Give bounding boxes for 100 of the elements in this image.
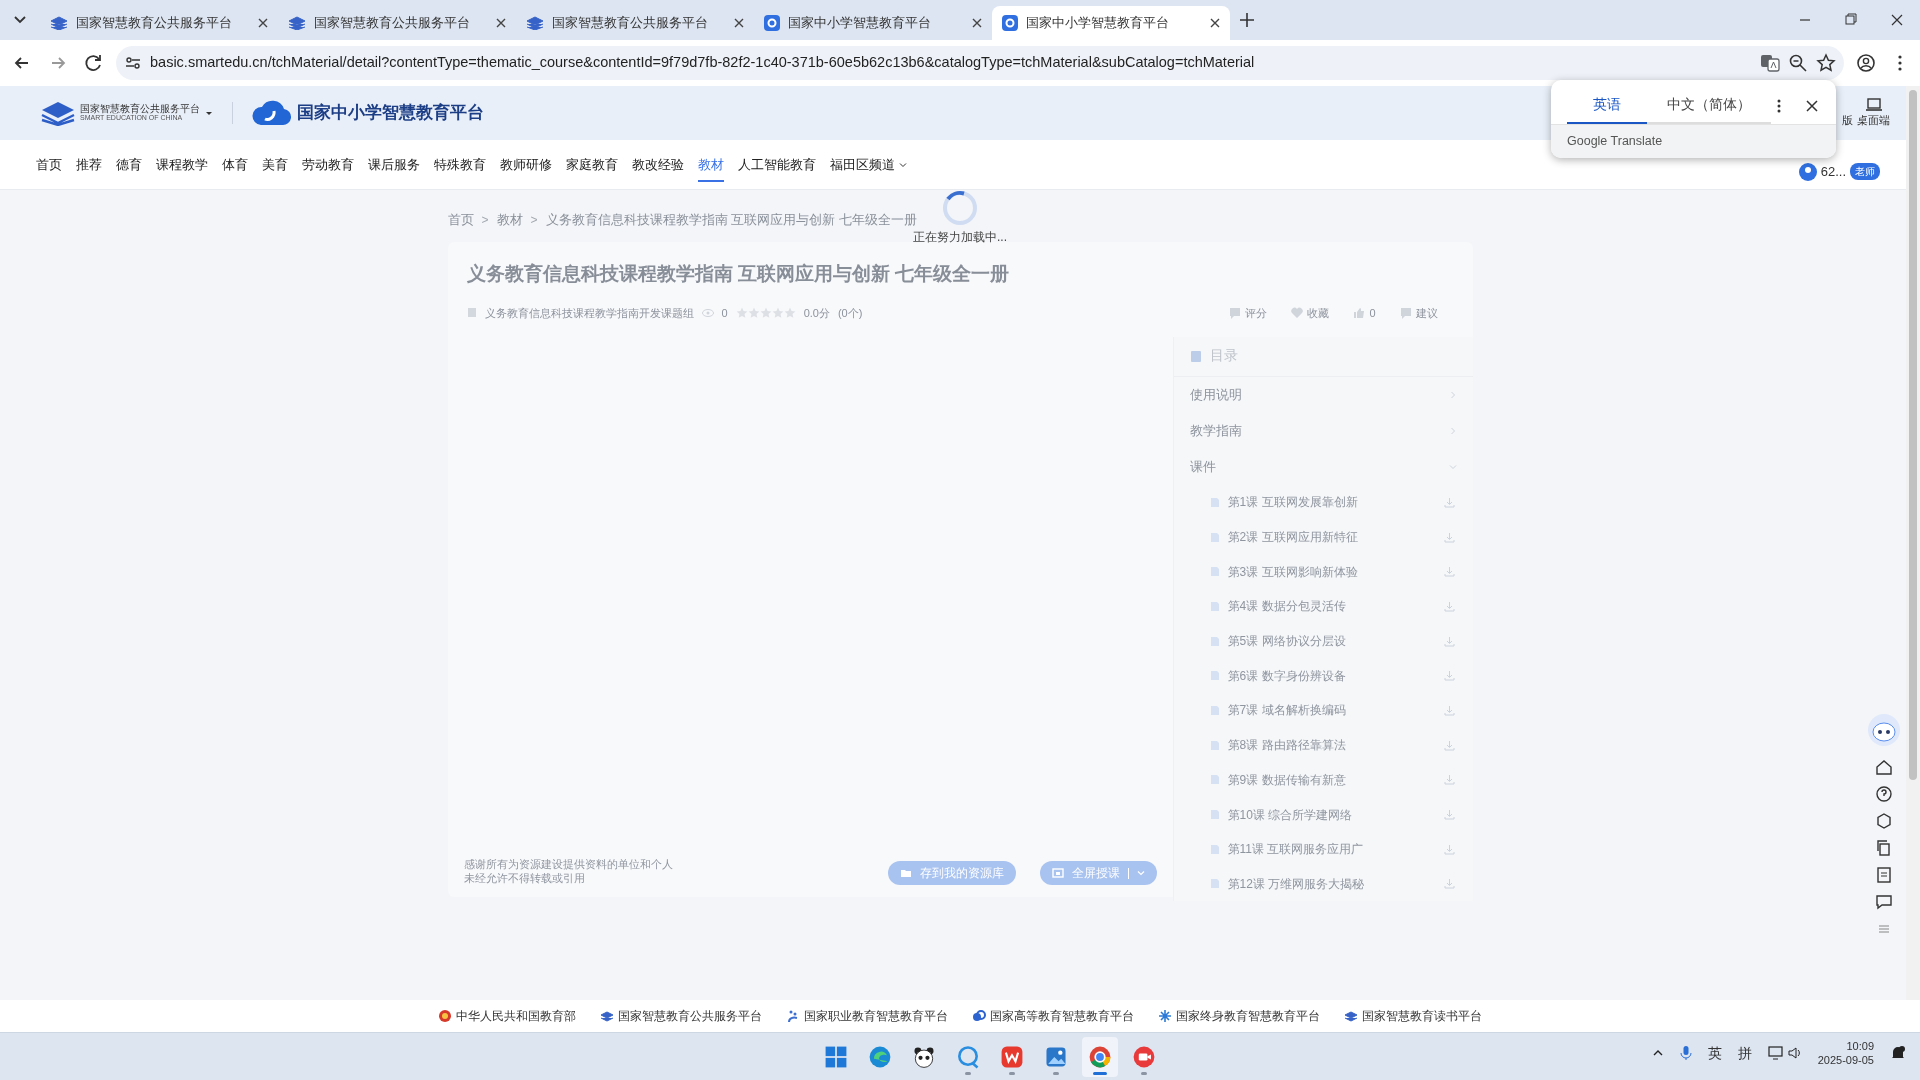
nav-tab[interactable]: 教材 bbox=[698, 139, 724, 190]
site-settings-icon[interactable] bbox=[124, 54, 142, 72]
network-icon[interactable] bbox=[1767, 1046, 1784, 1061]
app-icon bbox=[1002, 15, 1018, 31]
nav-tab[interactable]: 劳动教育 bbox=[302, 139, 354, 190]
document-icon bbox=[466, 307, 477, 319]
browser-tab[interactable]: 国家智慧教育公共服务平台 bbox=[278, 6, 516, 40]
user-name[interactable]: 62... bbox=[1820, 161, 1846, 182]
file-icon bbox=[1209, 843, 1220, 855]
footer-link[interactable]: 国家智慧教育读书平台 bbox=[1344, 1007, 1482, 1025]
score-text: 0.0分 bbox=[803, 305, 830, 321]
book-icon bbox=[50, 16, 68, 30]
scrollbar-thumb[interactable] bbox=[1909, 90, 1917, 780]
nav-tab[interactable]: 人工智能教育 bbox=[738, 139, 816, 190]
laptop-icon[interactable] bbox=[1864, 97, 1883, 112]
comment-icon bbox=[1399, 306, 1412, 319]
cloud-icon bbox=[972, 1009, 986, 1023]
comment-icon bbox=[1229, 306, 1242, 319]
browser-tab[interactable]: 国家中小学智慧教育平台 bbox=[754, 6, 992, 40]
footer-link[interactable]: 国家终身教育智慧教育平台 bbox=[1158, 1007, 1320, 1025]
zoom-icon[interactable] bbox=[1788, 53, 1808, 73]
input-method-indicator[interactable]: 英 bbox=[1707, 1042, 1722, 1064]
close-icon[interactable] bbox=[972, 18, 982, 28]
view-count: 0 bbox=[721, 305, 728, 321]
rating-count: (0个) bbox=[837, 305, 863, 321]
breadcrumb-separator: > bbox=[481, 212, 489, 229]
book-logo-icon bbox=[40, 100, 76, 126]
thumbs-up-icon bbox=[1353, 306, 1366, 319]
url-text: basic.smartedu.cn/tchMaterial/detail?contentType=thematic_course&contentId=9f79d7fb-82f2-1c40-371b-60e5b62c13b6&catalogType=tchMaterial&subCatalog=tchMaterial bbox=[150, 53, 1256, 73]
bookmark-star-icon[interactable] bbox=[1816, 53, 1836, 73]
desktop-link[interactable]: 桌面端 bbox=[1857, 111, 1890, 129]
file-icon bbox=[1209, 878, 1220, 890]
resource-title: 义务教育信息科技课程教学指南 互联网应用与创新 七年级全一册 bbox=[466, 262, 1010, 286]
feedback-icon[interactable] bbox=[1875, 893, 1893, 911]
book-icon bbox=[600, 1009, 614, 1023]
footer-link[interactable]: 国家高等教育智慧教育平台 bbox=[972, 1007, 1134, 1025]
nav-tab[interactable]: 课后服务 bbox=[368, 139, 420, 190]
nav-tab[interactable]: 推荐 bbox=[76, 139, 102, 190]
browser-tab[interactable]: 国家中小学智慧教育平台 bbox=[992, 6, 1230, 40]
star-icon bbox=[759, 306, 772, 319]
star-icon bbox=[771, 306, 784, 319]
file-icon bbox=[1209, 670, 1220, 682]
eye-icon bbox=[701, 307, 714, 318]
file-icon bbox=[1209, 704, 1220, 716]
notice-text: 感谢所有为资源建设提供资料的单位和个人 bbox=[463, 856, 674, 871]
file-icon bbox=[1209, 600, 1220, 612]
role-badge: 老师 bbox=[1850, 163, 1880, 180]
file-icon bbox=[1209, 739, 1220, 751]
nav-tab[interactable]: 课程教学 bbox=[156, 139, 208, 190]
clock-date[interactable]: 2025-09-05 bbox=[1817, 1053, 1874, 1068]
speaker-icon[interactable] bbox=[1787, 1046, 1802, 1061]
nav-tab[interactable]: 教师研修 bbox=[500, 139, 552, 190]
translate-icon[interactable] bbox=[1760, 53, 1780, 73]
microphone-icon[interactable] bbox=[1679, 1045, 1692, 1062]
input-method-indicator[interactable]: 拼 bbox=[1737, 1042, 1752, 1064]
file-icon bbox=[1209, 774, 1220, 786]
close-icon[interactable] bbox=[258, 18, 268, 28]
home-icon[interactable] bbox=[1875, 758, 1893, 776]
copy-icon[interactable] bbox=[1875, 839, 1893, 857]
logo-text: 国家智慧教育公共服务平台 bbox=[80, 103, 200, 115]
app-icon bbox=[764, 15, 780, 31]
chat-bubble-icon bbox=[955, 1043, 981, 1070]
star-icon bbox=[747, 306, 760, 319]
book-icon bbox=[526, 16, 544, 30]
nav-tab[interactable]: 教改经验 bbox=[632, 139, 684, 190]
emblem-icon bbox=[438, 1009, 452, 1023]
help-icon[interactable] bbox=[1875, 785, 1893, 803]
close-icon[interactable] bbox=[1210, 18, 1220, 28]
avatar-icon[interactable] bbox=[1798, 162, 1817, 181]
browser-tab[interactable]: 国家智慧教育公共服务平台 bbox=[516, 6, 754, 40]
cube-icon[interactable] bbox=[1875, 812, 1893, 830]
file-icon bbox=[1209, 566, 1220, 578]
address-bar[interactable]: basic.smartedu.cn/tchMaterial/detail?contentType=thematic_course&contentId=9f79d7fb-82f2-1c40-371b-60e5b62c13b6&catalogType=tchMaterial&subCatalog=tchMaterial bbox=[116, 46, 1844, 80]
header-link[interactable]: 版 bbox=[1842, 111, 1853, 129]
folder-icon bbox=[899, 867, 912, 880]
close-icon[interactable] bbox=[734, 18, 744, 28]
file-icon bbox=[1209, 809, 1220, 821]
loading-spinner-icon bbox=[940, 188, 980, 228]
browser-tab[interactable]: 国家智慧教育公共服务平台 bbox=[40, 6, 278, 40]
chevron-down-icon bbox=[1136, 869, 1145, 878]
nav-tab[interactable]: 体育 bbox=[222, 139, 248, 190]
clock-time[interactable]: 10:09 bbox=[1846, 1039, 1874, 1054]
nav-tab[interactable]: 家庭教育 bbox=[566, 139, 618, 190]
nav-tab[interactable]: 特殊教育 bbox=[434, 139, 486, 190]
nav-tab[interactable]: 福田区频道 bbox=[830, 139, 907, 190]
nav-tab[interactable]: 首页 bbox=[36, 139, 62, 190]
breadcrumb-separator: > bbox=[530, 212, 538, 229]
nav-tab[interactable]: 美育 bbox=[262, 139, 288, 190]
close-icon[interactable] bbox=[496, 18, 506, 28]
screen-icon bbox=[1051, 867, 1064, 880]
footer-link[interactable]: 国家智慧教育公共服务平台 bbox=[600, 1007, 762, 1025]
google-translate-label: Google Translate bbox=[1567, 133, 1663, 151]
document-icon[interactable] bbox=[1875, 866, 1893, 884]
nav-tab[interactable]: 德育 bbox=[116, 139, 142, 190]
author-text: 义务教育信息科技课程教学指南开发课题组 bbox=[484, 305, 694, 321]
footer-link[interactable]: 国家职业教育智慧教育平台 bbox=[786, 1007, 948, 1025]
book-icon bbox=[288, 16, 306, 30]
site-logo-text: 国家中小学智慧教育平台 bbox=[297, 102, 484, 125]
footer-link[interactable]: 中华人民共和国教育部 bbox=[438, 1007, 576, 1025]
file-icon bbox=[1209, 496, 1220, 508]
